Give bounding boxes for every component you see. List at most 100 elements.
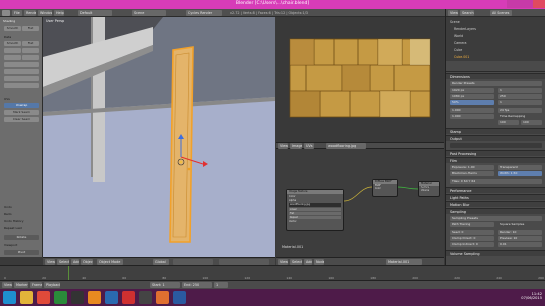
sampling-section[interactable]: Sampling <box>446 208 545 214</box>
image-texture-extension[interactable]: Repeat <box>289 216 341 219</box>
timeline-menu-marker[interactable]: Marker <box>14 282 28 288</box>
menu-file[interactable]: File <box>12 10 22 16</box>
timeline-menu-view[interactable]: View <box>2 282 12 288</box>
output-path[interactable] <box>450 143 542 148</box>
photoshop-icon[interactable] <box>122 291 135 304</box>
image-editor[interactable] <box>276 17 444 142</box>
folder-icon[interactable] <box>20 291 33 304</box>
3d-viewport[interactable]: User Persp <box>43 17 275 257</box>
vlc-icon[interactable] <box>139 291 152 304</box>
outliner-item-cube-001[interactable]: Cube.001 <box>454 55 469 59</box>
close-icon[interactable] <box>533 0 545 8</box>
time-new[interactable]: 100 <box>521 120 542 125</box>
info-editor-icon[interactable] <box>2 10 10 16</box>
menu-render[interactable]: Render <box>24 10 36 16</box>
data-extra-f[interactable] <box>4 69 39 74</box>
history-repeat-last[interactable]: Repeat Last <box>4 226 22 230</box>
mark-seam-button[interactable]: Mark Seam <box>4 110 39 115</box>
filter-width[interactable]: Width: 1.50 <box>498 171 542 176</box>
history-undo[interactable]: Undo <box>4 205 12 209</box>
scene-selector[interactable]: Scene <box>132 10 166 16</box>
outliner-item-scene[interactable]: Scene <box>450 20 460 24</box>
integrator-select[interactable]: Path Tracing <box>450 222 494 227</box>
data-extra-h[interactable] <box>4 83 39 88</box>
image-texture-node[interactable]: Image Texture Color Alpha woodflooring.j… <box>286 189 344 231</box>
media-icon[interactable] <box>54 291 67 304</box>
pixel-filter[interactable]: Blackman-Harris <box>450 171 494 176</box>
properties-tabs[interactable] <box>446 63 545 72</box>
render-engine-select[interactable]: Cycles Render <box>186 10 222 16</box>
frame-start[interactable]: 1 <box>498 88 542 93</box>
maximize-icon[interactable] <box>520 0 533 8</box>
resolution-percent[interactable]: 50% <box>450 100 494 105</box>
image-texture-colorspace[interactable]: Linear <box>289 208 341 211</box>
film-exposure[interactable]: Exposure: 1.00 <box>450 165 494 170</box>
image-texture-file[interactable]: woodflooring.jpg <box>289 203 341 207</box>
stamp-section[interactable]: Stamp <box>446 128 545 134</box>
light-paths-section[interactable]: Light Paths <box>446 194 545 200</box>
data-extra-b[interactable] <box>22 48 39 53</box>
clamp-indirect[interactable]: Clamp Indirect: 0 <box>450 242 494 247</box>
image-texture-projection[interactable]: Flat <box>289 212 341 215</box>
frame-rate[interactable]: 24 fps <box>498 108 542 113</box>
dimensions-section[interactable]: Dimensions <box>446 73 545 79</box>
square-samples-checkbox[interactable]: Square Samples <box>498 222 542 227</box>
data-flat-button[interactable]: Flat <box>22 41 39 46</box>
outliner-item-world[interactable]: World <box>454 34 463 38</box>
material-output-node[interactable]: Material Output Surface Volume <box>418 181 440 197</box>
seed-field[interactable]: Seed: 0 <box>450 230 494 235</box>
history-undo-history[interactable]: Undo History <box>4 219 23 223</box>
data-smooth-button[interactable]: Smooth <box>4 41 21 46</box>
pinned-app-icon[interactable] <box>71 291 84 304</box>
film-transparent[interactable]: Transparent <box>498 165 542 170</box>
data-extra-c[interactable] <box>4 55 21 60</box>
film-section[interactable]: Film <box>446 157 545 163</box>
layout-selector[interactable]: Default <box>78 10 112 16</box>
outliner-display-mode[interactable]: All Scenes <box>490 10 512 16</box>
timeline-menu-frame[interactable]: Frame <box>30 282 42 288</box>
node-editor[interactable]: Image Texture Color Alpha woodflooring.j… <box>276 149 444 257</box>
timeline-track[interactable]: 0 20 40 60 80 100 120 140 160 180 200 22… <box>0 266 545 280</box>
preview-samples[interactable]: Preview: 10 <box>498 236 542 241</box>
diffuse-bsdf-node[interactable]: Diffuse BSDF BSDF Color <box>372 179 398 197</box>
blender-icon[interactable] <box>88 291 101 304</box>
paint-icon[interactable] <box>105 291 118 304</box>
light-sampling-threshold[interactable]: 0.01 <box>498 242 542 247</box>
history-redo[interactable]: Redo <box>4 212 12 216</box>
end-frame[interactable]: 250 <box>498 94 542 99</box>
timeline[interactable]: 0 20 40 60 80 100 120 140 160 180 200 22… <box>0 265 545 289</box>
start-ie-icon[interactable] <box>3 291 16 304</box>
outliner-item-cube[interactable]: Cube <box>454 48 462 52</box>
aspect-x[interactable]: 1.000 <box>450 108 494 113</box>
performance-section[interactable]: Performance <box>446 187 545 193</box>
smooth-button[interactable]: Smooth <box>4 26 21 31</box>
volume-sampling-section[interactable]: Volume Sampling <box>446 250 545 256</box>
timeline-start[interactable]: Start: 1 <box>150 282 180 288</box>
outliner-menu-search[interactable]: Search <box>460 10 474 16</box>
tiles-size[interactable]: Tiles: X 64 Y 64 <box>450 179 542 184</box>
motion-blur-section[interactable]: Motion Blur <box>446 201 545 207</box>
minimize-icon[interactable] <box>507 0 520 8</box>
timeline-end[interactable]: End: 250 <box>182 282 212 288</box>
render-presets[interactable]: Render Presets <box>450 81 542 86</box>
data-extra-g[interactable] <box>4 76 39 81</box>
time-old[interactable]: 100 <box>498 120 519 125</box>
timeline-menu-playback[interactable]: Playback <box>44 282 60 288</box>
render-samples[interactable]: Render: 10 <box>498 230 542 235</box>
outliner-item-renderlayers[interactable]: RenderLayers <box>454 27 476 31</box>
clamp-direct[interactable]: Clamp Direct: 0 <box>450 236 494 241</box>
resolution-x[interactable]: 1920 px <box>450 88 494 93</box>
data-extra-e[interactable] <box>4 62 39 67</box>
post-processing-section[interactable]: Post Processing <box>446 150 545 156</box>
outliner-menu-view[interactable]: View <box>448 10 458 16</box>
menu-help[interactable]: Help <box>54 10 64 16</box>
sampling-presets[interactable]: Sampling Presets <box>450 216 542 221</box>
data-extra-a[interactable] <box>4 48 21 53</box>
output-section[interactable]: Output <box>446 135 545 141</box>
flat-button[interactable]: Flat <box>22 26 39 31</box>
outliner-item-camera[interactable]: Camera <box>454 41 467 45</box>
word-icon[interactable] <box>173 291 186 304</box>
clear-seam-button[interactable]: Clear Seam <box>4 117 39 122</box>
chrome-icon[interactable] <box>37 291 50 304</box>
pivot-dropdown[interactable]: Pivot <box>4 250 39 255</box>
